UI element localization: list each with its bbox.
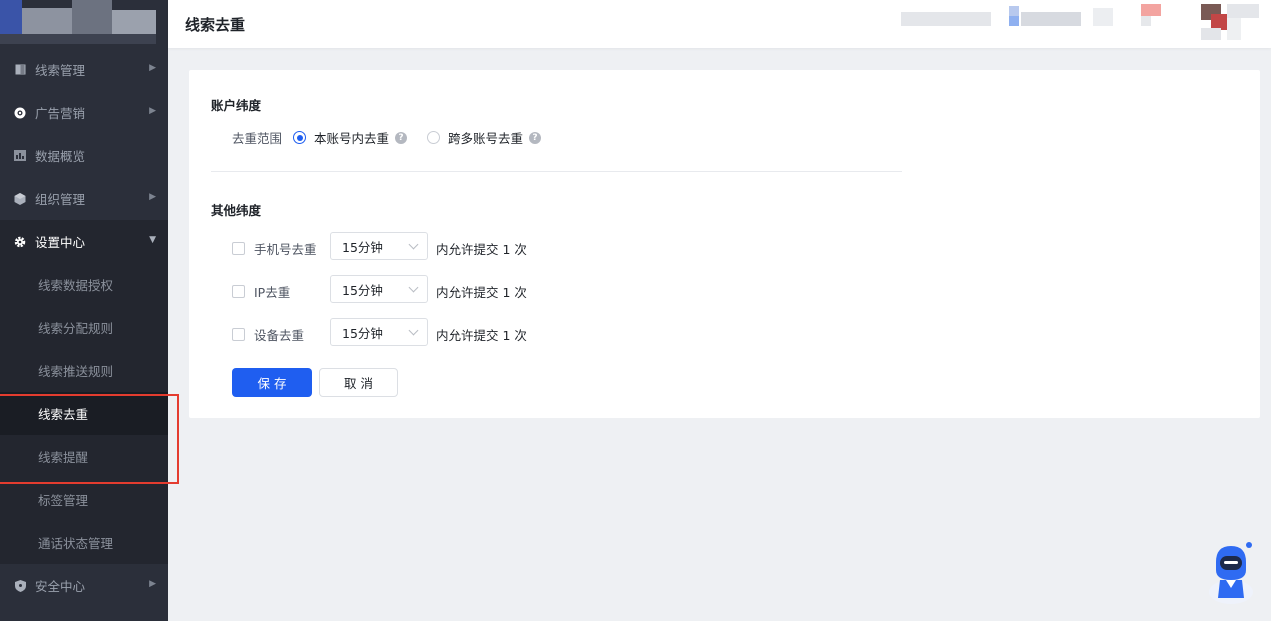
section-divider xyxy=(211,171,902,172)
sidebar-item-label: 设置中心 xyxy=(35,235,86,250)
sidebar-subitem-reminder[interactable]: 线索提醒 xyxy=(0,435,168,478)
select-value: 15分钟 xyxy=(342,325,383,341)
select-value: 15分钟 xyxy=(342,282,383,298)
chevron-down-icon: ▼ xyxy=(149,235,156,245)
sidebar-item-label: 线索管理 xyxy=(35,63,86,78)
chevron-down-icon xyxy=(408,325,419,336)
top-header: 线索去重 xyxy=(168,0,1271,48)
sidebar-item-security[interactable]: 安全中心 ▶ xyxy=(0,564,168,607)
chevron-right-icon: ▶ xyxy=(149,579,156,589)
sidebar-subitem-push-rules[interactable]: 线索推送规则 xyxy=(0,349,168,392)
sidebar-item-ads[interactable]: 广告营销 ▶ xyxy=(0,91,168,134)
cancel-button[interactable]: 取 消 xyxy=(319,368,398,397)
sidebar-subitem-call-status[interactable]: 通话状态管理 xyxy=(0,521,168,564)
sidebar-item-org[interactable]: 组织管理 ▶ xyxy=(0,177,168,220)
sidebar-subitem-data-auth[interactable]: 线索数据授权 xyxy=(0,263,168,306)
book-icon xyxy=(14,64,26,76)
save-button[interactable]: 保 存 xyxy=(232,368,312,397)
sidebar-item-leads[interactable]: 线索管理 ▶ xyxy=(0,48,168,91)
device-dedup-option[interactable]: 设备去重 xyxy=(232,325,304,344)
sidebar-item-label: 安全中心 xyxy=(35,579,86,594)
phone-dedup-label: 手机号去重 xyxy=(254,242,317,257)
sidebar-subitem-tags[interactable]: 标签管理 xyxy=(0,478,168,521)
chart-icon xyxy=(14,150,26,162)
cube-icon xyxy=(14,192,26,205)
ip-dedup-label: IP去重 xyxy=(254,285,291,300)
sidebar: 线索管理 ▶ 广告营销 ▶ 数据概览 组织管理 ▶ 设置中心 ▼ 线索数据授权 … xyxy=(0,0,168,621)
device-dedup-label: 设备去重 xyxy=(254,328,305,343)
chevron-right-icon: ▶ xyxy=(149,192,156,202)
sidebar-item-label: 组织管理 xyxy=(35,192,86,207)
ip-dedup-suffix: 内允许提交 1 次 xyxy=(436,285,527,300)
help-icon[interactable]: ? xyxy=(529,131,542,144)
header-user-area[interactable] xyxy=(871,0,1271,48)
account-section-title: 账户纬度 xyxy=(211,98,262,113)
assistant-robot-icon[interactable] xyxy=(1206,540,1256,604)
help-icon[interactable]: ? xyxy=(395,131,408,144)
gear-icon xyxy=(14,236,26,248)
device-dedup-interval-select[interactable]: 15分钟 xyxy=(330,318,428,346)
sidebar-subitem-dedup[interactable]: 线索去重 xyxy=(0,392,168,435)
ip-dedup-option[interactable]: IP去重 xyxy=(232,282,290,301)
phone-dedup-checkbox[interactable] xyxy=(232,242,245,255)
sidebar-subitem-assign-rules[interactable]: 线索分配规则 xyxy=(0,306,168,349)
device-dedup-suffix: 内允许提交 1 次 xyxy=(436,328,527,343)
radio-cross-account[interactable] xyxy=(427,131,441,144)
target-icon xyxy=(14,107,26,119)
phone-dedup-interval-select[interactable]: 15分钟 xyxy=(330,232,428,260)
chevron-right-icon: ▶ xyxy=(149,63,156,73)
phone-dedup-option[interactable]: 手机号去重 xyxy=(232,239,317,258)
ip-dedup-interval-select[interactable]: 15分钟 xyxy=(330,275,428,303)
chevron-right-icon: ▶ xyxy=(149,106,156,116)
sidebar-item-data[interactable]: 数据概览 xyxy=(0,134,168,177)
page-title: 线索去重 xyxy=(185,15,246,34)
dedup-settings-card: 账户纬度 去重范围 本账号内去重 ? 跨多账号去重 ? 其他纬度 手机号去重 1… xyxy=(189,70,1260,418)
device-dedup-checkbox[interactable] xyxy=(232,328,245,341)
dedup-scope-row: 去重范围 本账号内去重 ? 跨多账号去重 ? xyxy=(232,128,542,147)
sidebar-item-settings[interactable]: 设置中心 ▼ xyxy=(0,220,168,263)
chevron-down-icon xyxy=(408,282,419,293)
shield-icon xyxy=(14,579,26,592)
sidebar-item-label: 数据概览 xyxy=(35,149,86,164)
ip-dedup-checkbox[interactable] xyxy=(232,285,245,298)
dedup-scope-label: 去重范围 xyxy=(232,131,283,146)
chevron-down-icon xyxy=(408,239,419,250)
sidebar-item-label: 广告营销 xyxy=(35,106,86,121)
radio-cross-account-label[interactable]: 跨多账号去重 xyxy=(448,128,523,147)
logo[interactable] xyxy=(0,0,168,48)
select-value: 15分钟 xyxy=(342,239,383,255)
other-section-title: 其他纬度 xyxy=(211,203,262,218)
radio-same-account-label[interactable]: 本账号内去重 xyxy=(314,128,389,147)
radio-same-account[interactable] xyxy=(293,131,307,144)
phone-dedup-suffix: 内允许提交 1 次 xyxy=(436,242,527,257)
